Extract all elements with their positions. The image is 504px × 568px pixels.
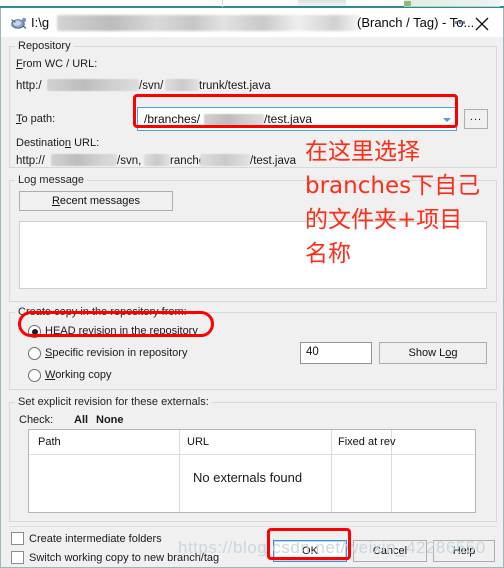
checkbox-switch-working-copy[interactable] (11, 551, 24, 564)
close-icon[interactable] (469, 12, 495, 34)
from-wc-url-value-prefix: http:/ (16, 80, 42, 92)
destination-url-mid1: /svn, (117, 155, 142, 167)
show-log-button[interactable]: Show Log (379, 342, 487, 364)
externals-header-divider (29, 454, 475, 455)
externals-col-divider-2 (331, 430, 332, 512)
destination-url-redacted-host (51, 154, 117, 166)
from-wc-url-value-mid: /svn/ (139, 80, 164, 92)
destination-url-redacted-repo (144, 154, 170, 166)
browser-chrome-strip (0, 0, 504, 8)
title-overflow-icon (455, 21, 467, 25)
chrome-tab-divider-1 (222, 0, 223, 7)
revision-value: 40 (306, 346, 319, 358)
window-title-redacted (57, 15, 359, 31)
window-title-prefix: I:\g (31, 15, 50, 30)
radio-head-revision-label: HEAD revision in the repository (45, 325, 198, 337)
to-path-browse-button[interactable]: ... (464, 109, 488, 129)
to-path-value: /branches/ (144, 112, 201, 126)
log-message-group-label: Log message (15, 175, 88, 186)
branch-tag-dialog: I:\g (Branch / Tag) - To... Repository F… (0, 8, 504, 568)
from-wc-url-redacted-repo (165, 79, 199, 91)
externals-col-divider-1 (179, 430, 180, 512)
checkbox-create-intermediate-folders-label: Create intermediate folders (29, 533, 162, 545)
title-bar: I:\g (Branch / Tag) - To... (1, 8, 503, 37)
repository-group-label: Repository (15, 41, 74, 52)
externals-check-all[interactable]: All (74, 414, 88, 427)
to-path-redacted-folder (204, 114, 264, 126)
create-copy-group-label: Create copy in the repository from: (15, 307, 190, 318)
annotation-text-line-2: branches下自己 (305, 173, 481, 199)
destination-url-prefix: http:// (16, 155, 45, 167)
externals-group-label: Set explicit revision for these external… (15, 397, 212, 408)
checkbox-create-intermediate-folders[interactable] (11, 532, 24, 545)
watermark: https://blog.csdn.net/weixin_42286550 (178, 538, 486, 557)
from-wc-url-label: From WC / URL: (16, 58, 98, 70)
from-wc-url-redacted-host (47, 79, 139, 91)
radio-working-copy-label: Working copy (45, 369, 112, 381)
recent-messages-button[interactable]: Recent messages (19, 191, 173, 211)
footer-divider (9, 526, 497, 527)
radio-working-copy[interactable] (28, 369, 41, 382)
externals-table[interactable]: Path URL Fixed at rev No externals found (28, 429, 476, 513)
to-path-combo[interactable]: /branches/ /test.java (137, 107, 457, 131)
radio-specific-revision[interactable] (28, 347, 41, 360)
externals-check-none[interactable]: None (96, 414, 124, 427)
radio-specific-revision-label: Specific revision in repository (45, 347, 188, 359)
revision-input[interactable]: 40 (300, 342, 372, 364)
destination-url-redacted-branch (200, 154, 250, 166)
to-path-value-tail: /test.java (264, 112, 313, 126)
annotation-text-line-4: 名称 (305, 241, 351, 267)
recent-messages-label: Recent messages (51, 194, 141, 207)
chrome-ghost-tab-label (298, 0, 346, 6)
annotation-text-line-1: 在这里选择 (305, 139, 420, 165)
externals-empty-message: No externals found (193, 470, 303, 485)
to-path-label: To path: (16, 113, 56, 125)
annotation-text-line-3: 的文件夹+项目 (305, 207, 463, 233)
destination-url-label: Destination URL: (16, 137, 100, 149)
externals-column-url: URL (187, 436, 210, 448)
chrome-ghost-badge-icon (404, 1, 411, 6)
radio-head-revision[interactable] (28, 325, 41, 338)
chrome-ghost-toolbar (404, 0, 500, 7)
from-wc-url-value-suffix: trunk/test.java (199, 80, 271, 92)
to-path-dropdown-arrow-icon[interactable] (438, 109, 455, 129)
externals-check-label: Check: (19, 414, 54, 426)
show-log-label: Show Log (408, 346, 458, 359)
destination-url-suffix: /test.java (250, 155, 297, 167)
externals-column-path: Path (38, 436, 61, 448)
externals-column-fixed-at-rev: Fixed at rev (338, 436, 396, 448)
tortoisesvn-icon (9, 14, 27, 31)
